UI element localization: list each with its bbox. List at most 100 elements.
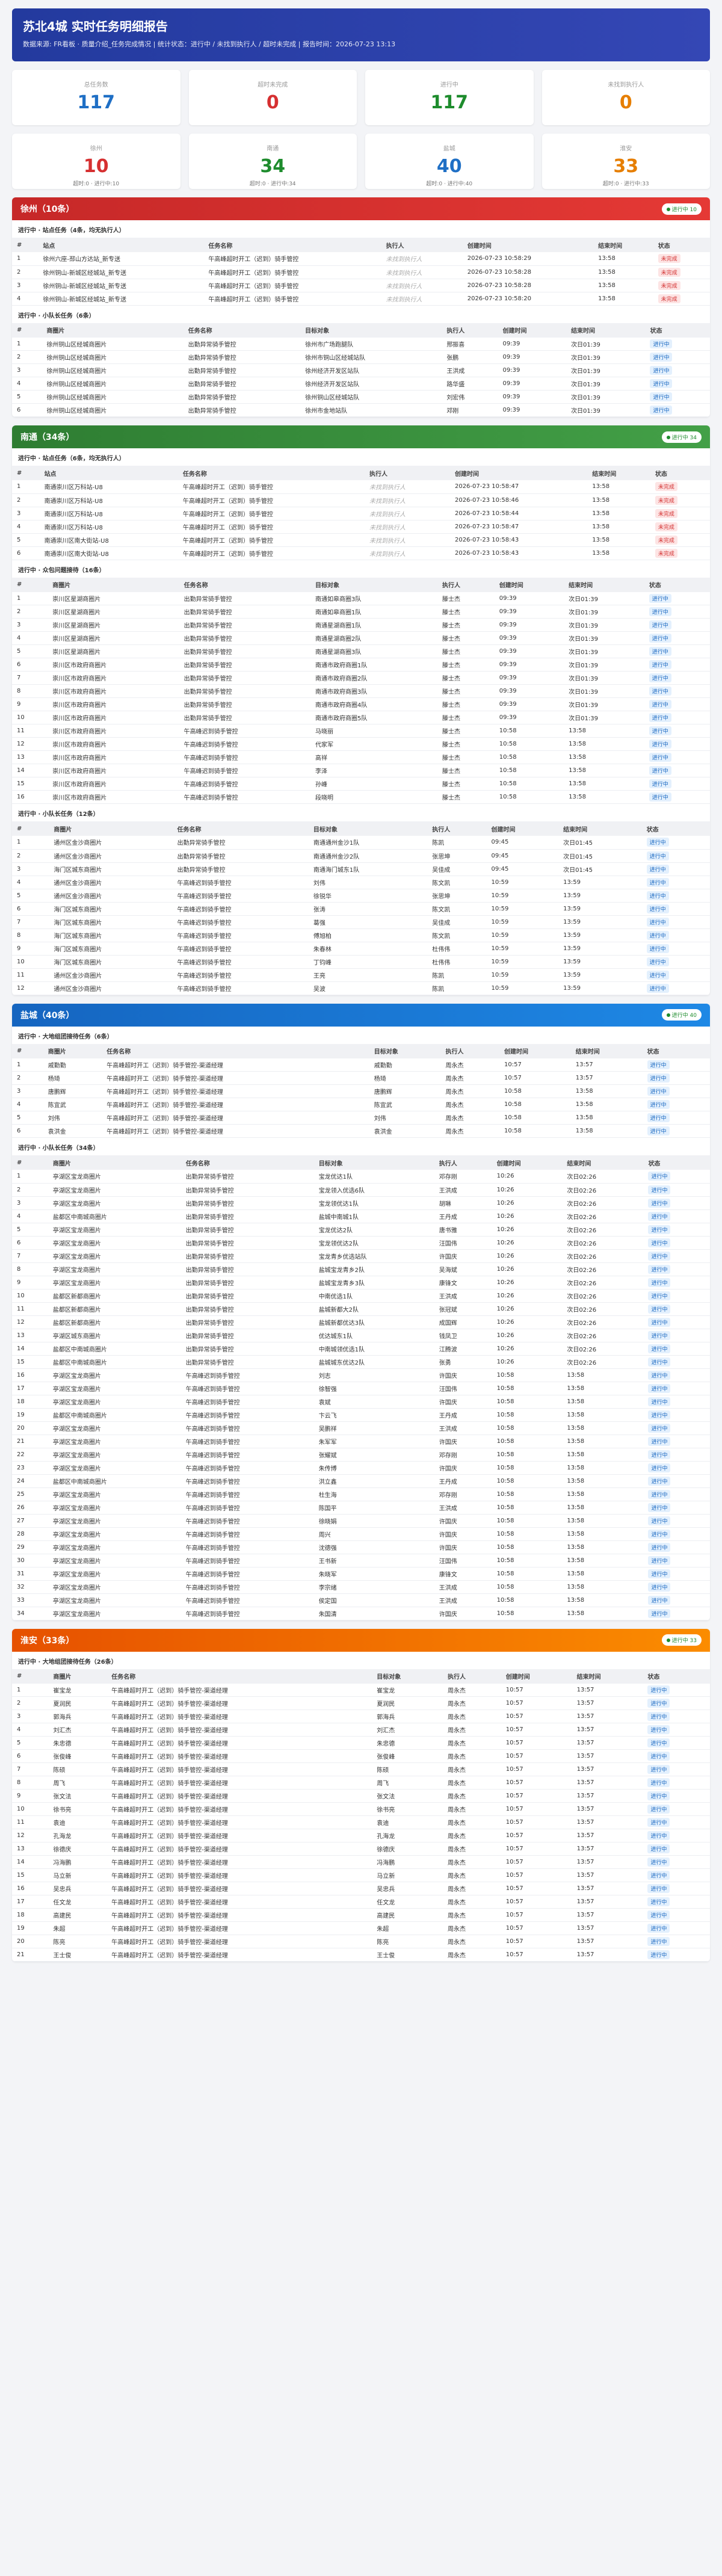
table-cell: 马立新 [48, 1868, 107, 1882]
table-cell: 13:57 [572, 1908, 643, 1922]
table-cell: 宝龙优达1队 [313, 1170, 434, 1184]
status-tag: 进行中 [648, 1542, 671, 1552]
table-cell: 10:57 [501, 1882, 572, 1895]
column-header: 任务名称 [106, 1669, 372, 1684]
table-cell: 未完成 [650, 493, 710, 507]
table-cell: 滕士杰 [437, 618, 495, 632]
column-header: 状态 [653, 238, 710, 252]
table-cell: 夏润民 [372, 1696, 443, 1710]
table-cell: 1 [12, 1170, 48, 1184]
table-cell: 出勤异常骑手管控 [180, 1170, 314, 1184]
column-header: # [12, 1669, 49, 1684]
table-cell: 出勤异常骑手管控 [180, 1262, 314, 1276]
table-cell: 宝龙领优达1队 [313, 1196, 434, 1210]
table-row: 8 崇川区市政府商圈片 出勤异常骑手管控 南通市政府商圈3队 滕士杰 09:39 次日01:… [12, 684, 710, 698]
table-cell: 午高峰迟到骑手管控 [180, 1580, 314, 1594]
table-cell: 进行中 [643, 1368, 710, 1382]
table-cell: 2026-07-23 10:58:44 [449, 507, 588, 520]
table-cell: 康锋文 [434, 1567, 492, 1581]
table-cell: 高建民 [48, 1908, 107, 1922]
table-cell: 13:58 [570, 1111, 643, 1125]
table-cell: 10:58 [492, 1514, 563, 1528]
table-cell: 午高峰超时开工（迟到）骑手管控-渠道经理 [106, 1855, 372, 1869]
table-cell: 21 [12, 1948, 49, 1962]
table-cell: 2 [12, 605, 48, 619]
table-cell: 亭湖区宝龙商圈片 [48, 1514, 181, 1528]
table-row: 13 亭湖区城东商圈片 出勤异常骑手管控 优达城东1队 钱凤卫 10:26 次日02:26 进… [12, 1329, 710, 1342]
status-tag: 进行中 [647, 1858, 670, 1867]
table-cell: 19 [12, 1408, 48, 1422]
table-cell: 10:26 [492, 1249, 563, 1263]
table-cell: 进行中 [643, 1395, 710, 1409]
table-cell: 马立新 [372, 1868, 443, 1882]
table-cell: 6 [12, 658, 48, 672]
table-cell: 13:58 [570, 1084, 643, 1098]
table-row: 9 张文法 午高峰超时开工（迟到）骑手管控-渠道经理 张文法 周永杰 10:57 13:57… [12, 1789, 710, 1803]
status-tag: 进行中 [646, 917, 669, 927]
section-title: 淮安（33条） [20, 1635, 75, 1646]
status-tag: 进行中 [649, 673, 671, 682]
stat-extra: 超时:0 · 进行中:34 [249, 181, 296, 187]
table-cell: 1 [12, 591, 48, 605]
group-title: 进行中 · 大地组团接待任务（26条） [18, 1658, 117, 1666]
status-tag: 进行中 [646, 983, 669, 993]
table-cell: 盐城城东优达2队 [313, 1355, 434, 1369]
group-title: 进行中 · 众包问题接待（16条） [18, 567, 105, 574]
table-cell: 张冠斌 [434, 1302, 492, 1316]
table-cell: 1 [12, 1683, 49, 1697]
table-cell: 午高峰迟到骑手管控 [180, 1554, 314, 1568]
task-table: # 站点 任务名称 执行人 创建时间 结束时间 状态 1 徐州六座-邳山方达站_新专送 午高峰超时… [12, 238, 710, 306]
table-cell: 钱凤卫 [434, 1329, 492, 1342]
table-cell: 09:39 [498, 363, 567, 377]
table-cell: 13:59 [558, 889, 642, 903]
table-cell: 6 [12, 1236, 48, 1250]
table-cell: 进行中 [642, 1071, 710, 1085]
stat-label: 南通 [267, 146, 279, 152]
table-cell: 未找到执行人 [365, 533, 450, 547]
column-header: 状态 [645, 323, 710, 338]
table-cell: 10:58 [492, 1382, 563, 1395]
table-cell: 陈凯 [427, 981, 487, 995]
table-cell: 陈国平 [313, 1501, 434, 1515]
table-row: 27 亭湖区宝龙商圈片 午高峰迟到骑手管控 徐晓娟 许国庆 10:58 13:58 进行中 [12, 1514, 710, 1528]
table-cell: 周永杰 [443, 1882, 501, 1895]
table-cell: 未找到执行人 [381, 265, 463, 279]
table-cell: 2026-07-23 10:58:43 [449, 546, 588, 560]
table-cell: 进行中 [643, 1223, 710, 1237]
table-cell: 13:58 [564, 737, 644, 751]
table-cell: 海门区城东商圈片 [49, 955, 173, 969]
table-row: 3 崇川区星湖商圈片 出勤异常骑手管控 南通星湖商圈1队 滕士杰 09:39 次日01:39… [12, 618, 710, 632]
table-cell: 进行中 [643, 1514, 710, 1528]
table-cell: 进行中 [643, 1474, 710, 1488]
table-cell: 许国庆 [434, 1435, 492, 1448]
table-cell: 午高峰迟到骑手管控 [179, 724, 311, 738]
group-title: 进行中 · 站点任务（6条，均无执行人） [18, 456, 125, 462]
column-header: 商圈片 [43, 1043, 102, 1058]
table-cell: 出勤异常骑手管控 [183, 390, 301, 404]
table-cell: 10:59 [486, 902, 559, 916]
table-cell: 进行中 [642, 1058, 710, 1072]
status-tag: 进行中 [648, 1264, 671, 1274]
table-cell: 10:59 [486, 981, 559, 995]
table-cell: 未完成 [650, 533, 710, 547]
table-row: 4 南通崇川区万科站-U8 午高峰超时开工（迟到）骑手管控 未找到执行人 2026-07… [12, 520, 710, 534]
table-cell: 海门区城东商圈片 [49, 902, 173, 916]
table-row: 1 亭湖区宝龙商圈片 出勤异常骑手管控 宝龙优达1队 邓存刚 10:26 次日02:26 进行… [12, 1170, 710, 1184]
table-cell: 亭湖区宝龙商圈片 [48, 1540, 181, 1554]
table-row: 5 刘伟 午高峰超时开工（迟到）骑手管控-渠道经理 刘伟 周永杰 10:58 13:58 进行… [12, 1111, 710, 1125]
table-row: 11 盐都区新都商圈片 出勤异常骑手管控 盐城新都大2队 张冠斌 10:26 次日02:26… [12, 1302, 710, 1316]
table-cell: 崇川区市政府商圈片 [48, 790, 179, 804]
table-cell: 进行中 [643, 1593, 710, 1607]
table-cell: 13:58 [562, 1501, 644, 1515]
table-cell: 崇川区市政府商圈片 [48, 724, 179, 738]
table-row: 5 崇川区星湖商圈片 出勤异常骑手管控 南通星湖商圈3队 滕士杰 09:39 次日01:39… [12, 644, 710, 658]
table-cell: 10:58 [492, 1593, 563, 1607]
column-header: 创建时间 [462, 238, 594, 252]
table-cell: 徐州铜山区经城商圈片 [42, 337, 184, 351]
table-cell: 09:39 [494, 711, 564, 724]
table-row: 28 亭湖区宝龙商圈片 午高峰迟到骑手管控 周兴 许国庆 10:58 13:58 进行中 [12, 1527, 710, 1541]
status-tag: 进行中 [649, 687, 671, 696]
status-tag: 未完成 [655, 508, 677, 518]
column-header: # [12, 323, 42, 338]
table-cell: 13:58 [587, 493, 650, 507]
